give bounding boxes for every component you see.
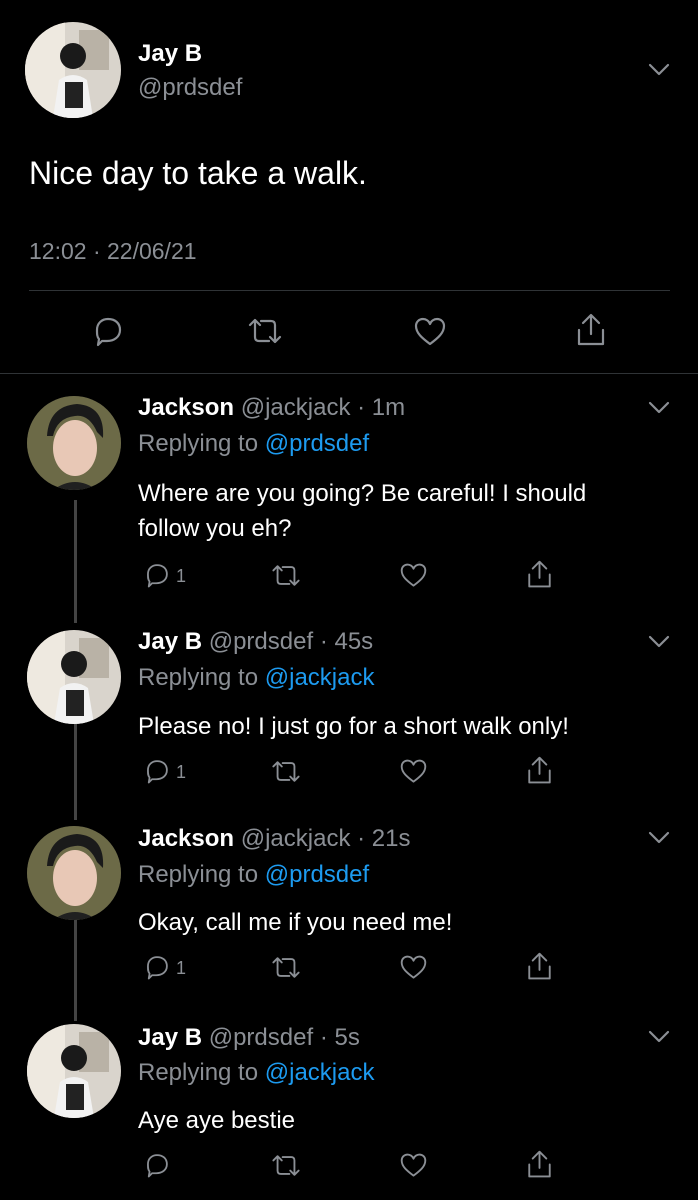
avatar-jay-b[interactable]: [27, 1024, 121, 1118]
replying-to: Replying to @prdsdef: [138, 861, 369, 889]
reply-text: Where are you going? Be careful! I shoul…: [138, 476, 586, 546]
avatar-image: [27, 826, 121, 920]
chevron-down-icon[interactable]: [648, 401, 670, 415]
reply-text-line: follow you eh?: [138, 515, 292, 542]
tweet-text: Nice day to take a walk.: [29, 155, 367, 191]
reply-icon[interactable]: [143, 1151, 171, 1179]
replying-to: Replying to @prdsdef: [138, 430, 369, 458]
replying-to: Replying to @jackjack: [138, 1059, 374, 1087]
replying-to-label: Replying to: [138, 861, 259, 888]
author-name[interactable]: Jay B: [138, 40, 202, 68]
replying-to-link[interactable]: @prdsdef: [265, 430, 369, 457]
author-name[interactable]: Jay B: [138, 1024, 202, 1051]
reply-text: Please no! I just go for a short walk on…: [138, 709, 569, 744]
avatar-image: [25, 22, 121, 118]
avatar-jackson[interactable]: [27, 396, 121, 490]
reply-text: Okay, call me if you need me!: [138, 905, 452, 940]
replying-to-label: Replying to: [138, 430, 259, 457]
author-name[interactable]: Jackson: [138, 394, 234, 421]
avatar-image: [27, 630, 121, 724]
share-icon[interactable]: [525, 951, 554, 982]
reply-text-line: Aye aye bestie: [138, 1107, 295, 1134]
reply-count: 1: [176, 762, 187, 782]
like-icon[interactable]: [399, 562, 428, 589]
like-icon[interactable]: [399, 1152, 428, 1179]
author-handle[interactable]: @prdsdef: [209, 1024, 313, 1051]
retweet-icon[interactable]: [269, 758, 303, 785]
share-icon[interactable]: [525, 559, 554, 590]
retweet-icon[interactable]: [245, 315, 285, 347]
author-handle[interactable]: @prdsdef: [138, 74, 242, 102]
author-name[interactable]: Jackson: [138, 825, 234, 852]
reply-time: · 1m: [357, 394, 406, 421]
avatar-jay-b[interactable]: [27, 630, 121, 724]
divider: [29, 290, 670, 291]
chevron-down-icon[interactable]: [648, 635, 670, 649]
author-handle[interactable]: @prdsdef: [209, 628, 313, 655]
reply-header: Jay B @prdsdef · 45s: [138, 628, 373, 656]
retweet-icon[interactable]: [269, 562, 303, 589]
reply-header: Jay B @prdsdef · 5s: [138, 1024, 360, 1052]
reply-time: · 21s: [357, 825, 411, 852]
replying-to-link[interactable]: @prdsdef: [265, 861, 369, 888]
like-icon[interactable]: [413, 316, 447, 348]
replying-to-link[interactable]: @jackjack: [265, 1059, 375, 1086]
reply-header: Jackson @jackjack · 1m: [138, 394, 405, 422]
author-name[interactable]: Jay B: [138, 628, 202, 655]
reply-text-line: Please no! I just go for a short walk on…: [138, 713, 569, 740]
like-icon[interactable]: [399, 758, 428, 785]
like-icon[interactable]: [399, 954, 428, 981]
chevron-down-icon[interactable]: [648, 63, 670, 77]
reply-text-line: Where are you going? Be careful! I shoul…: [138, 480, 587, 507]
chevron-down-icon[interactable]: [648, 1030, 670, 1044]
avatar-image: [27, 396, 121, 490]
reply-text: Aye aye bestie: [138, 1103, 295, 1138]
thread-line: [74, 918, 77, 1021]
reply-header: Jackson @jackjack · 21s: [138, 825, 411, 853]
reply-count: 1: [176, 566, 187, 586]
tweet-timestamp: 12:02 · 22/06/21: [29, 238, 197, 264]
reply-icon[interactable]: [143, 757, 171, 785]
thread-line: [74, 500, 77, 623]
avatar-jackson[interactable]: [27, 826, 121, 920]
replying-to-label: Replying to: [138, 664, 259, 691]
share-icon[interactable]: [525, 1149, 554, 1180]
reply-text-line: Okay, call me if you need me!: [138, 909, 453, 936]
reply-icon[interactable]: [143, 953, 171, 981]
author-handle[interactable]: @jackjack: [241, 825, 351, 852]
avatar-jay-b[interactable]: [25, 22, 121, 118]
retweet-icon[interactable]: [269, 954, 303, 981]
reply-icon[interactable]: [143, 561, 171, 589]
replying-to-label: Replying to: [138, 1059, 259, 1086]
replying-to-link[interactable]: @jackjack: [265, 664, 375, 691]
share-icon[interactable]: [574, 312, 608, 348]
reply-time: · 5s: [319, 1024, 360, 1051]
reply-time: · 45s: [319, 628, 374, 655]
replying-to: Replying to @jackjack: [138, 664, 374, 692]
reply-count: 1: [176, 958, 187, 978]
reply-icon[interactable]: [91, 314, 125, 348]
retweet-icon[interactable]: [269, 1152, 303, 1179]
share-icon[interactable]: [525, 755, 554, 786]
divider: [0, 373, 698, 374]
chevron-down-icon[interactable]: [648, 831, 670, 845]
thread-line: [74, 722, 77, 820]
avatar-image: [27, 1024, 121, 1118]
author-handle[interactable]: @jackjack: [241, 394, 351, 421]
